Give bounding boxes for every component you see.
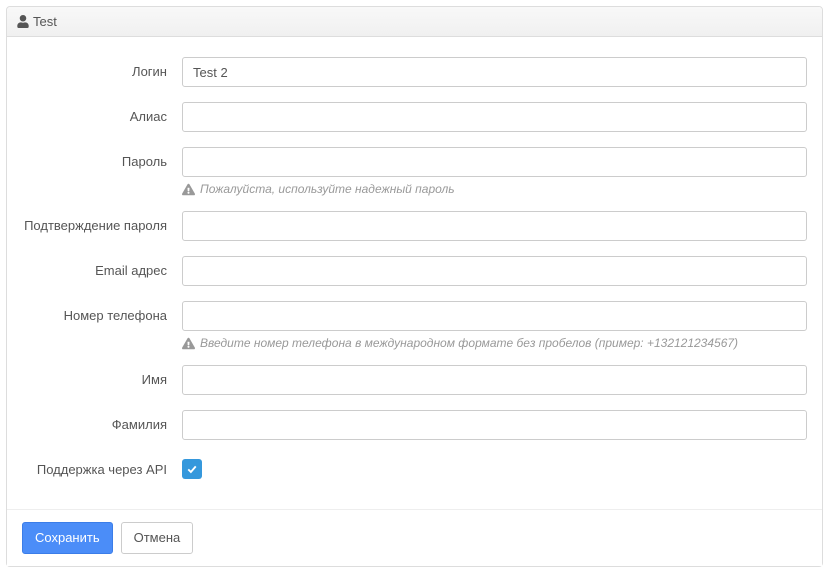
lastname-field[interactable] [182,410,807,440]
row-firstname: Имя [22,365,807,395]
row-alias: Алиас [22,102,807,132]
row-password-confirm: Подтверждение пароля [22,211,807,241]
row-phone: Номер телефона Введите номер телефона в … [22,301,807,350]
row-lastname: Фамилия [22,410,807,440]
row-login: Логин [22,57,807,87]
password-confirm-field[interactable] [182,211,807,241]
label-login: Логин [22,57,182,79]
user-form-panel: Test Логин Алиас Пароль Пожалуйста, испо… [6,6,823,567]
email-field[interactable] [182,256,807,286]
label-alias: Алиас [22,102,182,124]
label-firstname: Имя [22,365,182,387]
api-support-checkbox[interactable] [182,459,202,479]
panel-heading: Test [7,7,822,37]
phone-help: Введите номер телефона в международном ф… [182,336,807,350]
save-button[interactable]: Сохранить [22,522,113,554]
panel-title: Test [33,14,57,29]
phone-field[interactable] [182,301,807,331]
firstname-field[interactable] [182,365,807,395]
label-password-confirm: Подтверждение пароля [22,211,182,233]
row-api-support: Поддержка через API [22,455,807,479]
label-lastname: Фамилия [22,410,182,432]
label-phone: Номер телефона [22,301,182,323]
label-password: Пароль [22,147,182,169]
password-help: Пожалуйста, используйте надежный пароль [182,182,807,196]
login-field[interactable] [182,57,807,87]
password-field[interactable] [182,147,807,177]
phone-help-text: Введите номер телефона в международном ф… [200,336,738,350]
warning-icon [182,337,195,350]
row-password: Пароль Пожалуйста, используйте надежный … [22,147,807,196]
label-api-support: Поддержка через API [22,455,182,477]
cancel-button[interactable]: Отмена [121,522,194,554]
user-icon [17,15,29,28]
check-icon [186,463,198,475]
alias-field[interactable] [182,102,807,132]
panel-body: Логин Алиас Пароль Пожалуйста, используй… [7,37,822,509]
password-help-text: Пожалуйста, используйте надежный пароль [200,182,455,196]
row-email: Email адрес [22,256,807,286]
label-email: Email адрес [22,256,182,278]
panel-footer: Сохранить Отмена [7,509,822,566]
warning-icon [182,183,195,196]
